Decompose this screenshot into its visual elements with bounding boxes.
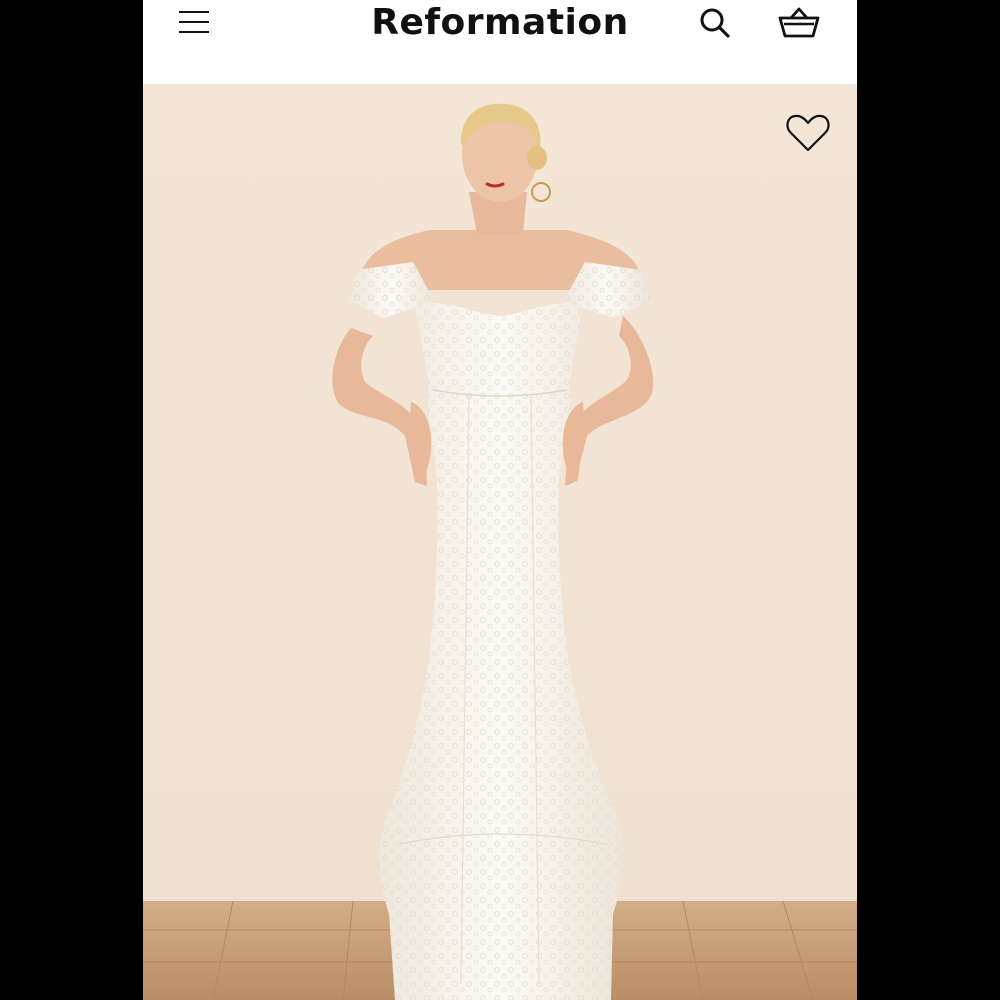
favorite-button[interactable] <box>783 108 833 158</box>
left-letterbox <box>0 0 143 1000</box>
right-letterbox <box>857 0 1000 1000</box>
model-illustration <box>143 103 857 1000</box>
search-icon <box>700 8 730 38</box>
mobile-screen: Reformation <box>143 0 857 1000</box>
menu-button[interactable] <box>177 8 213 38</box>
site-header: Reformation <box>143 0 857 84</box>
shopping-basket-icon <box>778 7 820 38</box>
model-head <box>461 103 551 202</box>
cart-button[interactable] <box>777 5 821 41</box>
brand-logo[interactable]: Reformation <box>143 0 857 46</box>
search-button[interactable] <box>697 5 733 41</box>
heart-outline-icon <box>786 114 830 152</box>
product-photo[interactable] <box>143 84 857 1000</box>
